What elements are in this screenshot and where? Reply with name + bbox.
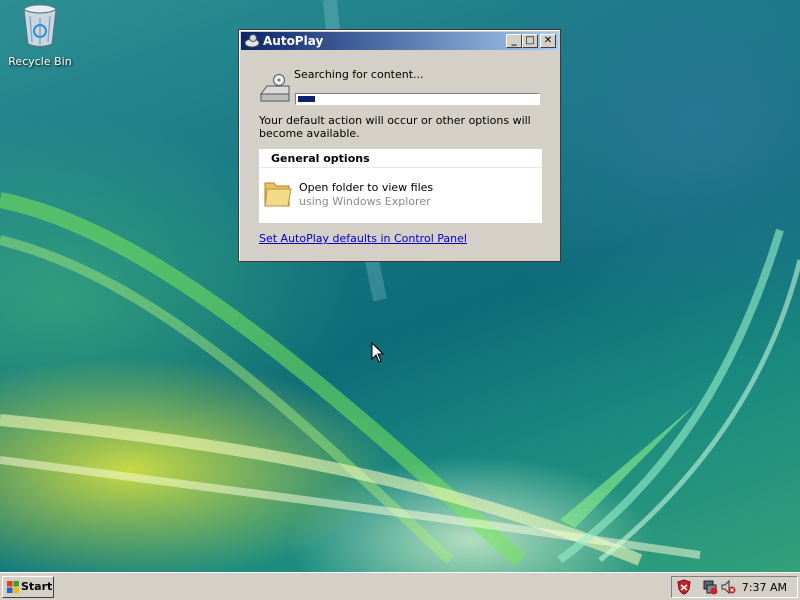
autoplay-dialog: AutoPlay _ □ ✕ Searching for content... … <box>238 29 561 262</box>
volume-muted-icon[interactable] <box>720 579 736 595</box>
maximize-button[interactable]: □ <box>522 34 538 48</box>
system-tray: 7:37 AM <box>671 576 798 598</box>
recycle-bin-icon <box>23 4 57 47</box>
desktop-icon-label: Recycle Bin <box>8 55 72 68</box>
clock[interactable]: 7:37 AM <box>742 581 787 594</box>
option-open-folder[interactable]: Open folder to view files using Windows … <box>259 175 542 215</box>
start-button[interactable]: Start <box>2 576 54 598</box>
security-shield-icon[interactable] <box>676 579 692 595</box>
progress-bar <box>295 93 540 105</box>
windows-logo-icon <box>7 581 19 593</box>
description-text: Your default action will occur or other … <box>259 114 531 140</box>
network-disconnected-icon[interactable] <box>702 579 718 595</box>
start-label: Start <box>21 580 53 593</box>
status-text: Searching for content... <box>294 68 424 81</box>
progress-fill <box>298 96 315 102</box>
close-button[interactable]: ✕ <box>540 34 556 48</box>
minimize-button[interactable]: _ <box>506 34 522 48</box>
option-subtitle: using Windows Explorer <box>299 195 431 208</box>
autoplay-icon <box>244 34 260 48</box>
control-panel-link[interactable]: Set AutoPlay defaults in Control Panel <box>259 232 467 245</box>
options-header: General options <box>259 149 542 168</box>
desktop-icon-recycle-bin[interactable]: Recycle Bin <box>6 2 74 68</box>
drive-icon <box>260 74 290 102</box>
title-bar[interactable]: AutoPlay _ □ ✕ <box>241 32 558 50</box>
taskbar: Start 7:37 AM <box>0 572 800 600</box>
option-title: Open folder to view files <box>299 181 434 194</box>
window-title: AutoPlay <box>263 34 324 48</box>
folder-icon <box>264 182 292 207</box>
options-panel: General options Open folder to view file… <box>259 149 542 223</box>
mouse-cursor-icon <box>371 342 385 363</box>
